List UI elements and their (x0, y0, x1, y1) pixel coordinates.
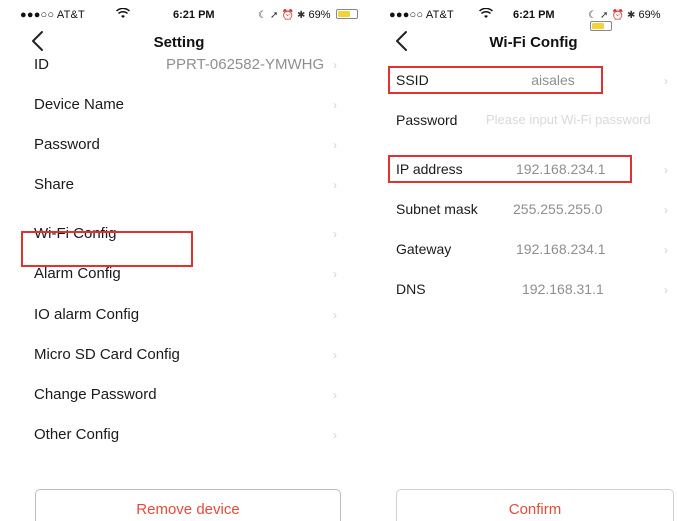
row-label: DNS (396, 281, 426, 297)
time-label: 6:21 PM (173, 9, 215, 21)
setting-row-device-name[interactable]: Device Name › (0, 85, 358, 125)
setting-row-micro-sd-card-config[interactable]: Micro SD Card Config › (0, 335, 358, 375)
wifi-row-subnet-mask[interactable]: Subnet mask 255.255.255.0 › (370, 190, 677, 230)
row-label: Alarm Config (34, 265, 121, 282)
row-label: Password (396, 112, 458, 128)
setting-row-other-config[interactable]: Other Config › (0, 415, 358, 455)
chevron-right-icon: › (664, 163, 668, 177)
row-label: Device Name (34, 96, 125, 113)
password-placeholder: Please input Wi-Fi password (486, 112, 651, 127)
setting-screen: ●●●○○ AT&T 6:21 PM ☾ ➚ ⏰ ✱ 69% Setting I… (0, 0, 358, 521)
dns-value: 192.168.31.1 (522, 281, 604, 297)
wifi-row-gateway[interactable]: Gateway 192.168.234.1 › (370, 230, 677, 270)
remove-device-button[interactable]: Remove device (35, 489, 341, 521)
wifi-row-ip-address[interactable]: IP address 192.168.234.1 › (370, 150, 677, 190)
row-label: Share (34, 176, 75, 193)
bluetooth-icon: ✱ (297, 10, 306, 21)
chevron-right-icon: › (333, 138, 337, 152)
remove-device-label: Remove device (136, 501, 240, 518)
alarm-icon: ⏰ (281, 10, 294, 21)
device-id-value: PPRT-062582-YMWHG (166, 56, 325, 73)
bluetooth-icon: ✱ (627, 10, 636, 21)
row-label: IO alarm Config (34, 306, 140, 323)
wifi-icon (115, 7, 131, 22)
wifi-icon (478, 7, 494, 22)
setting-row-change-password[interactable]: Change Password › (0, 375, 358, 415)
setting-row-id[interactable]: ID PPRT-062582-YMWHG › (0, 45, 358, 85)
battery-percent: 69% (308, 9, 331, 21)
chevron-right-icon: › (333, 98, 337, 112)
confirm-label: Confirm (508, 501, 562, 518)
chevron-right-icon: › (333, 308, 337, 322)
ip-address-value: 192.168.234.1 (516, 161, 606, 177)
wifi-row-ssid[interactable]: SSID aisales › (370, 61, 677, 101)
gateway-value: 192.168.234.1 (516, 241, 606, 257)
battery-icon (335, 9, 358, 19)
moon-icon: ☾ (258, 10, 267, 21)
row-label: ID (34, 56, 49, 73)
ssid-value: aisales (531, 72, 575, 88)
row-label: SSID (396, 72, 429, 88)
confirm-button[interactable]: Confirm (396, 489, 674, 521)
wifi-config-screen: ●●●○○ AT&T 6:21 PM ☾ ➚ ⏰ ✱ 69% Wi-Fi Con… (370, 0, 677, 521)
row-label: Gateway (396, 241, 452, 257)
alarm-icon: ⏰ (611, 10, 624, 21)
chevron-right-icon: › (664, 283, 668, 297)
chevron-right-icon: › (664, 74, 668, 88)
carrier-label: ●●●○○ AT&T (20, 9, 85, 21)
row-label: Wi-Fi Config (34, 225, 117, 242)
setting-row-password[interactable]: Password › (0, 125, 358, 165)
chevron-right-icon: › (333, 388, 337, 402)
battery-percent: 69% (638, 9, 661, 21)
row-label: Micro SD Card Config (34, 346, 180, 363)
carrier-label: ●●●○○ AT&T (389, 9, 454, 21)
moon-icon: ☾ (588, 10, 597, 21)
wifi-row-password[interactable]: Password Please input Wi-Fi password (370, 101, 677, 141)
chevron-right-icon: › (333, 267, 337, 281)
row-label: Other Config (34, 426, 120, 443)
row-label: Change Password (34, 386, 157, 403)
setting-row-alarm-config[interactable]: Alarm Config › (0, 254, 358, 294)
nav-bar: Wi-Fi Config (370, 28, 677, 58)
time-label: 6:21 PM (513, 9, 555, 21)
chevron-right-icon: › (333, 227, 337, 241)
subnet-mask-value: 255.255.255.0 (513, 201, 603, 217)
location-icon: ➚ (600, 10, 609, 21)
status-bar: ●●●○○ AT&T 6:21 PM ☾ ➚ ⏰ ✱ 69% (370, 0, 677, 31)
setting-row-io-alarm-config[interactable]: IO alarm Config › (0, 295, 358, 335)
status-bar: ●●●○○ AT&T 6:21 PM ☾ ➚ ⏰ ✱ 69% (0, 0, 358, 28)
setting-row-share[interactable]: Share › (0, 165, 358, 205)
chevron-right-icon: › (333, 348, 337, 362)
row-label: Subnet mask (396, 201, 478, 217)
location-icon: ➚ (270, 10, 279, 21)
setting-row-wifi-config[interactable]: Wi-Fi Config › (0, 214, 358, 254)
wifi-row-dns[interactable]: DNS 192.168.31.1 › (370, 270, 677, 310)
chevron-right-icon: › (333, 428, 337, 442)
chevron-right-icon: › (333, 58, 337, 72)
row-label: IP address (396, 161, 463, 177)
status-right-icons: ☾ ➚ ⏰ ✱ 69% (258, 9, 358, 21)
chevron-right-icon: › (664, 203, 668, 217)
row-label: Password (34, 136, 100, 153)
chevron-right-icon: › (333, 178, 337, 192)
page-title: Wi-Fi Config (489, 34, 578, 51)
chevron-right-icon: › (664, 243, 668, 257)
